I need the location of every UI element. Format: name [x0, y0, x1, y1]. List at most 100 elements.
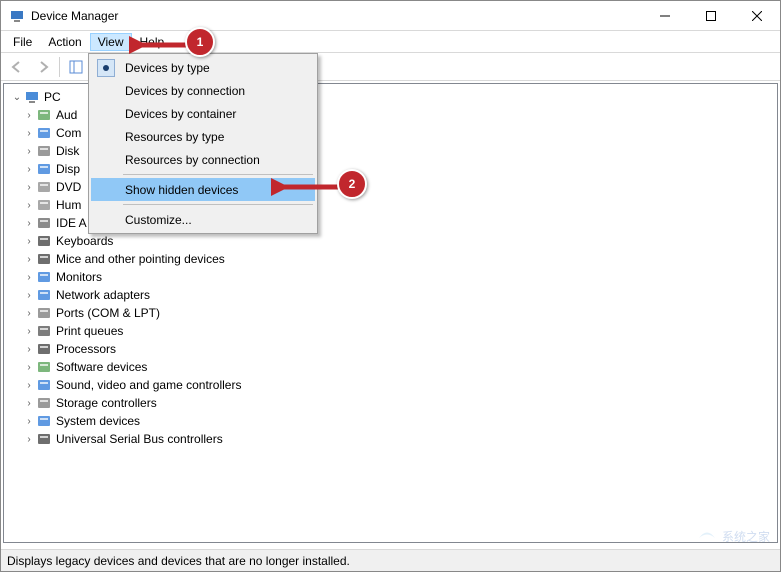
status-text: Displays legacy devices and devices that…: [7, 554, 350, 568]
show-hide-tree-button[interactable]: [64, 56, 88, 78]
tree-item-label: IDE A: [56, 216, 87, 230]
menu-item-customize[interactable]: Customize...: [91, 208, 315, 231]
ide-icon: [36, 215, 52, 231]
software-icon: [36, 359, 52, 375]
maximize-button[interactable]: [688, 1, 734, 31]
radio-checked-icon: [97, 59, 115, 77]
menu-item-show-hidden-devices[interactable]: Show hidden devices: [91, 178, 315, 201]
expand-icon[interactable]: ›: [22, 380, 36, 391]
expand-icon[interactable]: ›: [22, 236, 36, 247]
sound-icon: [36, 377, 52, 393]
watermark: 系统之家: [696, 525, 770, 547]
expand-icon[interactable]: ›: [22, 110, 36, 121]
computer-icon: [24, 89, 40, 105]
expand-icon[interactable]: ›: [22, 362, 36, 373]
expand-icon[interactable]: ›: [22, 200, 36, 211]
menu-item-resources-by-type[interactable]: Resources by type: [91, 125, 315, 148]
tree-item[interactable]: › Network adapters: [10, 286, 771, 304]
port-icon: [36, 305, 52, 321]
tree-item[interactable]: › Keyboards: [10, 232, 771, 250]
menu-help[interactable]: Help: [132, 33, 173, 51]
tree-item[interactable]: › Storage controllers: [10, 394, 771, 412]
toolbar-separator: [59, 57, 60, 77]
system-icon: [36, 413, 52, 429]
disk-icon: [36, 143, 52, 159]
view-dropdown-menu: Devices by type Devices by connection De…: [88, 53, 318, 234]
computer-icon: [36, 125, 52, 141]
expand-icon[interactable]: ›: [22, 434, 36, 445]
app-icon: [9, 8, 25, 24]
expand-icon[interactable]: ›: [22, 146, 36, 157]
minimize-button[interactable]: [642, 1, 688, 31]
tree-item-label: Mice and other pointing devices: [56, 252, 225, 266]
menu-view[interactable]: View: [90, 33, 132, 51]
menu-item-label: Resources by connection: [125, 153, 260, 167]
menu-separator: [123, 204, 313, 205]
tree-item[interactable]: › Mice and other pointing devices: [10, 250, 771, 268]
expand-icon[interactable]: ›: [22, 254, 36, 265]
expand-icon[interactable]: ›: [22, 164, 36, 175]
menu-item-label: Customize...: [125, 213, 192, 227]
printer-icon: [36, 323, 52, 339]
tree-item-label: Monitors: [56, 270, 102, 284]
menu-item-devices-by-type[interactable]: Devices by type: [91, 56, 315, 79]
expand-icon[interactable]: ›: [22, 290, 36, 301]
tree-item-label: Sound, video and game controllers: [56, 378, 241, 392]
forward-button[interactable]: [31, 56, 55, 78]
tree-item-label: DVD: [56, 180, 81, 194]
expand-icon[interactable]: ›: [22, 416, 36, 427]
tree-item-label: Hum: [56, 198, 81, 212]
tree-item-label: Ports (COM & LPT): [56, 306, 160, 320]
keyboard-icon: [36, 233, 52, 249]
collapse-icon[interactable]: ⌄: [10, 92, 24, 103]
menu-item-label: Resources by type: [125, 130, 224, 144]
window-title: Device Manager: [31, 9, 642, 23]
menu-file[interactable]: File: [5, 33, 40, 51]
tree-item-label: Aud: [56, 108, 77, 122]
tree-item[interactable]: › Sound, video and game controllers: [10, 376, 771, 394]
tree-item-label: Network adapters: [56, 288, 150, 302]
tree-item[interactable]: › Software devices: [10, 358, 771, 376]
usb-icon: [36, 431, 52, 447]
menu-item-label: Devices by container: [125, 107, 236, 121]
expand-icon[interactable]: ›: [22, 218, 36, 229]
menu-item-resources-by-connection[interactable]: Resources by connection: [91, 148, 315, 171]
tree-item-label: System devices: [56, 414, 140, 428]
tree-item-label: Storage controllers: [56, 396, 157, 410]
expand-icon[interactable]: ›: [22, 272, 36, 283]
menu-item-devices-by-container[interactable]: Devices by container: [91, 102, 315, 125]
expand-icon[interactable]: ›: [22, 398, 36, 409]
tree-item[interactable]: › Processors: [10, 340, 771, 358]
tree-root-label: PC: [44, 90, 61, 104]
audio-icon: [36, 107, 52, 123]
menu-item-label: Devices by type: [125, 61, 210, 75]
menu-item-devices-by-connection[interactable]: Devices by connection: [91, 79, 315, 102]
tree-item[interactable]: › Universal Serial Bus controllers: [10, 430, 771, 448]
expand-icon[interactable]: ›: [22, 182, 36, 193]
menu-item-label: Show hidden devices: [125, 183, 238, 197]
back-button[interactable]: [5, 56, 29, 78]
menu-item-label: Devices by connection: [125, 84, 245, 98]
cpu-icon: [36, 341, 52, 357]
expand-icon[interactable]: ›: [22, 128, 36, 139]
dvd-icon: [36, 179, 52, 195]
monitor-icon: [36, 269, 52, 285]
tree-item-label: Com: [56, 126, 81, 140]
tree-item[interactable]: › Ports (COM & LPT): [10, 304, 771, 322]
tree-item-label: Software devices: [56, 360, 147, 374]
tree-item-label: Universal Serial Bus controllers: [56, 432, 223, 446]
tree-item-label: Disk: [56, 144, 79, 158]
tree-item-label: Print queues: [56, 324, 123, 338]
tree-item-label: Keyboards: [56, 234, 113, 248]
tree-item[interactable]: › Print queues: [10, 322, 771, 340]
tree-item-label: Disp: [56, 162, 80, 176]
tree-item-label: Processors: [56, 342, 116, 356]
close-button[interactable]: [734, 1, 780, 31]
menu-action[interactable]: Action: [40, 33, 89, 51]
tree-item[interactable]: › System devices: [10, 412, 771, 430]
expand-icon[interactable]: ›: [22, 326, 36, 337]
tree-item[interactable]: › Monitors: [10, 268, 771, 286]
expand-icon[interactable]: ›: [22, 308, 36, 319]
expand-icon[interactable]: ›: [22, 344, 36, 355]
menu-bar: File Action View Help: [1, 31, 780, 53]
